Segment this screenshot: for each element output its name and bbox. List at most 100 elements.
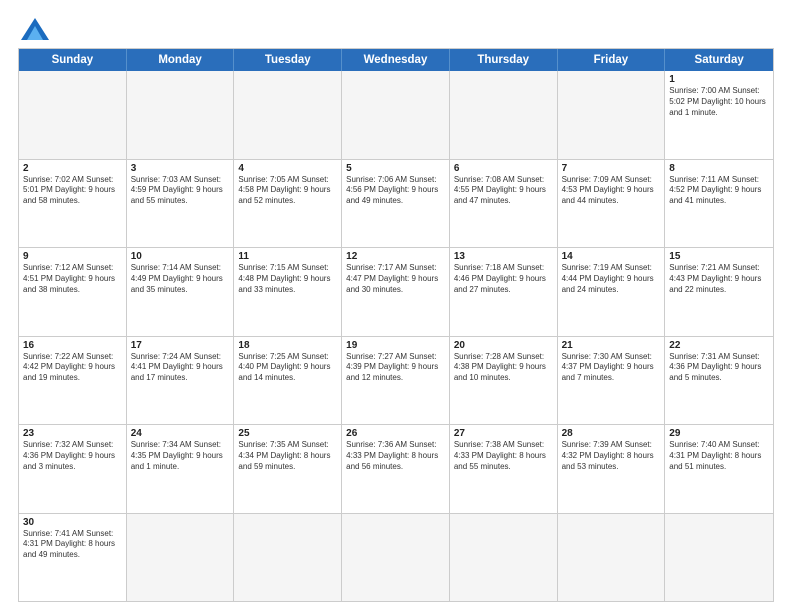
calendar-cell: 5Sunrise: 7:06 AM Sunset: 4:56 PM Daylig… <box>342 160 450 248</box>
calendar-cell <box>127 514 235 602</box>
day-info: Sunrise: 7:25 AM Sunset: 4:40 PM Dayligh… <box>238 352 337 384</box>
calendar-cell <box>342 71 450 159</box>
calendar-cell: 21Sunrise: 7:30 AM Sunset: 4:37 PM Dayli… <box>558 337 666 425</box>
day-info: Sunrise: 7:14 AM Sunset: 4:49 PM Dayligh… <box>131 263 230 295</box>
calendar-cell: 3Sunrise: 7:03 AM Sunset: 4:59 PM Daylig… <box>127 160 235 248</box>
day-info: Sunrise: 7:31 AM Sunset: 4:36 PM Dayligh… <box>669 352 769 384</box>
day-number: 12 <box>346 251 445 262</box>
calendar-cell: 19Sunrise: 7:27 AM Sunset: 4:39 PM Dayli… <box>342 337 450 425</box>
day-number: 15 <box>669 251 769 262</box>
day-info: Sunrise: 7:22 AM Sunset: 4:42 PM Dayligh… <box>23 352 122 384</box>
calendar-cell: 25Sunrise: 7:35 AM Sunset: 4:34 PM Dayli… <box>234 425 342 513</box>
day-number: 30 <box>23 517 122 528</box>
calendar-cell: 26Sunrise: 7:36 AM Sunset: 4:33 PM Dayli… <box>342 425 450 513</box>
calendar-cell: 8Sunrise: 7:11 AM Sunset: 4:52 PM Daylig… <box>665 160 773 248</box>
day-info: Sunrise: 7:00 AM Sunset: 5:02 PM Dayligh… <box>669 86 769 118</box>
calendar-cell: 14Sunrise: 7:19 AM Sunset: 4:44 PM Dayli… <box>558 248 666 336</box>
calendar-cell <box>19 71 127 159</box>
calendar-cell: 27Sunrise: 7:38 AM Sunset: 4:33 PM Dayli… <box>450 425 558 513</box>
calendar-cell <box>450 514 558 602</box>
day-number: 7 <box>562 163 661 174</box>
day-info: Sunrise: 7:08 AM Sunset: 4:55 PM Dayligh… <box>454 175 553 207</box>
logo <box>18 18 49 40</box>
day-number: 10 <box>131 251 230 262</box>
day-number: 5 <box>346 163 445 174</box>
calendar-cell: 10Sunrise: 7:14 AM Sunset: 4:49 PM Dayli… <box>127 248 235 336</box>
day-number: 1 <box>669 74 769 85</box>
day-info: Sunrise: 7:38 AM Sunset: 4:33 PM Dayligh… <box>454 440 553 472</box>
day-info: Sunrise: 7:30 AM Sunset: 4:37 PM Dayligh… <box>562 352 661 384</box>
calendar-cell <box>342 514 450 602</box>
day-info: Sunrise: 7:21 AM Sunset: 4:43 PM Dayligh… <box>669 263 769 295</box>
day-number: 21 <box>562 340 661 351</box>
weekday-header-saturday: Saturday <box>665 49 773 71</box>
day-number: 4 <box>238 163 337 174</box>
day-number: 23 <box>23 428 122 439</box>
day-info: Sunrise: 7:09 AM Sunset: 4:53 PM Dayligh… <box>562 175 661 207</box>
day-number: 26 <box>346 428 445 439</box>
day-number: 28 <box>562 428 661 439</box>
day-number: 20 <box>454 340 553 351</box>
day-info: Sunrise: 7:15 AM Sunset: 4:48 PM Dayligh… <box>238 263 337 295</box>
day-number: 9 <box>23 251 122 262</box>
calendar-cell <box>234 71 342 159</box>
day-number: 19 <box>346 340 445 351</box>
calendar-cell: 23Sunrise: 7:32 AM Sunset: 4:36 PM Dayli… <box>19 425 127 513</box>
day-number: 11 <box>238 251 337 262</box>
calendar-cell: 28Sunrise: 7:39 AM Sunset: 4:32 PM Dayli… <box>558 425 666 513</box>
weekday-header-tuesday: Tuesday <box>234 49 342 71</box>
calendar-header: SundayMondayTuesdayWednesdayThursdayFrid… <box>19 49 773 71</box>
day-info: Sunrise: 7:06 AM Sunset: 4:56 PM Dayligh… <box>346 175 445 207</box>
calendar-cell: 1Sunrise: 7:00 AM Sunset: 5:02 PM Daylig… <box>665 71 773 159</box>
calendar-cell: 7Sunrise: 7:09 AM Sunset: 4:53 PM Daylig… <box>558 160 666 248</box>
calendar-cell: 15Sunrise: 7:21 AM Sunset: 4:43 PM Dayli… <box>665 248 773 336</box>
calendar-cell <box>558 71 666 159</box>
day-number: 22 <box>669 340 769 351</box>
day-info: Sunrise: 7:19 AM Sunset: 4:44 PM Dayligh… <box>562 263 661 295</box>
day-info: Sunrise: 7:03 AM Sunset: 4:59 PM Dayligh… <box>131 175 230 207</box>
day-number: 16 <box>23 340 122 351</box>
day-number: 8 <box>669 163 769 174</box>
day-info: Sunrise: 7:34 AM Sunset: 4:35 PM Dayligh… <box>131 440 230 472</box>
day-info: Sunrise: 7:11 AM Sunset: 4:52 PM Dayligh… <box>669 175 769 207</box>
weekday-header-wednesday: Wednesday <box>342 49 450 71</box>
weekday-header-monday: Monday <box>127 49 235 71</box>
weekday-header-friday: Friday <box>558 49 666 71</box>
calendar-cell: 9Sunrise: 7:12 AM Sunset: 4:51 PM Daylig… <box>19 248 127 336</box>
calendar-cell <box>665 514 773 602</box>
calendar-row-2: 9Sunrise: 7:12 AM Sunset: 4:51 PM Daylig… <box>19 248 773 337</box>
calendar-cell: 30Sunrise: 7:41 AM Sunset: 4:31 PM Dayli… <box>19 514 127 602</box>
calendar-cell: 2Sunrise: 7:02 AM Sunset: 5:01 PM Daylig… <box>19 160 127 248</box>
day-number: 27 <box>454 428 553 439</box>
day-info: Sunrise: 7:05 AM Sunset: 4:58 PM Dayligh… <box>238 175 337 207</box>
calendar-cell: 17Sunrise: 7:24 AM Sunset: 4:41 PM Dayli… <box>127 337 235 425</box>
calendar-row-4: 23Sunrise: 7:32 AM Sunset: 4:36 PM Dayli… <box>19 425 773 514</box>
calendar: SundayMondayTuesdayWednesdayThursdayFrid… <box>18 48 774 602</box>
day-info: Sunrise: 7:32 AM Sunset: 4:36 PM Dayligh… <box>23 440 122 472</box>
day-number: 29 <box>669 428 769 439</box>
calendar-cell: 11Sunrise: 7:15 AM Sunset: 4:48 PM Dayli… <box>234 248 342 336</box>
calendar-row-3: 16Sunrise: 7:22 AM Sunset: 4:42 PM Dayli… <box>19 337 773 426</box>
calendar-row-5: 30Sunrise: 7:41 AM Sunset: 4:31 PM Dayli… <box>19 514 773 602</box>
day-info: Sunrise: 7:39 AM Sunset: 4:32 PM Dayligh… <box>562 440 661 472</box>
calendar-cell <box>127 71 235 159</box>
calendar-cell: 18Sunrise: 7:25 AM Sunset: 4:40 PM Dayli… <box>234 337 342 425</box>
day-info: Sunrise: 7:02 AM Sunset: 5:01 PM Dayligh… <box>23 175 122 207</box>
day-info: Sunrise: 7:41 AM Sunset: 4:31 PM Dayligh… <box>23 529 122 561</box>
calendar-cell: 20Sunrise: 7:28 AM Sunset: 4:38 PM Dayli… <box>450 337 558 425</box>
day-number: 2 <box>23 163 122 174</box>
day-info: Sunrise: 7:28 AM Sunset: 4:38 PM Dayligh… <box>454 352 553 384</box>
day-number: 17 <box>131 340 230 351</box>
calendar-cell: 6Sunrise: 7:08 AM Sunset: 4:55 PM Daylig… <box>450 160 558 248</box>
calendar-cell <box>558 514 666 602</box>
calendar-cell: 16Sunrise: 7:22 AM Sunset: 4:42 PM Dayli… <box>19 337 127 425</box>
weekday-header-thursday: Thursday <box>450 49 558 71</box>
day-info: Sunrise: 7:36 AM Sunset: 4:33 PM Dayligh… <box>346 440 445 472</box>
calendar-cell: 12Sunrise: 7:17 AM Sunset: 4:47 PM Dayli… <box>342 248 450 336</box>
day-number: 14 <box>562 251 661 262</box>
calendar-row-1: 2Sunrise: 7:02 AM Sunset: 5:01 PM Daylig… <box>19 160 773 249</box>
day-number: 3 <box>131 163 230 174</box>
day-number: 24 <box>131 428 230 439</box>
calendar-row-0: 1Sunrise: 7:00 AM Sunset: 5:02 PM Daylig… <box>19 71 773 160</box>
day-info: Sunrise: 7:24 AM Sunset: 4:41 PM Dayligh… <box>131 352 230 384</box>
